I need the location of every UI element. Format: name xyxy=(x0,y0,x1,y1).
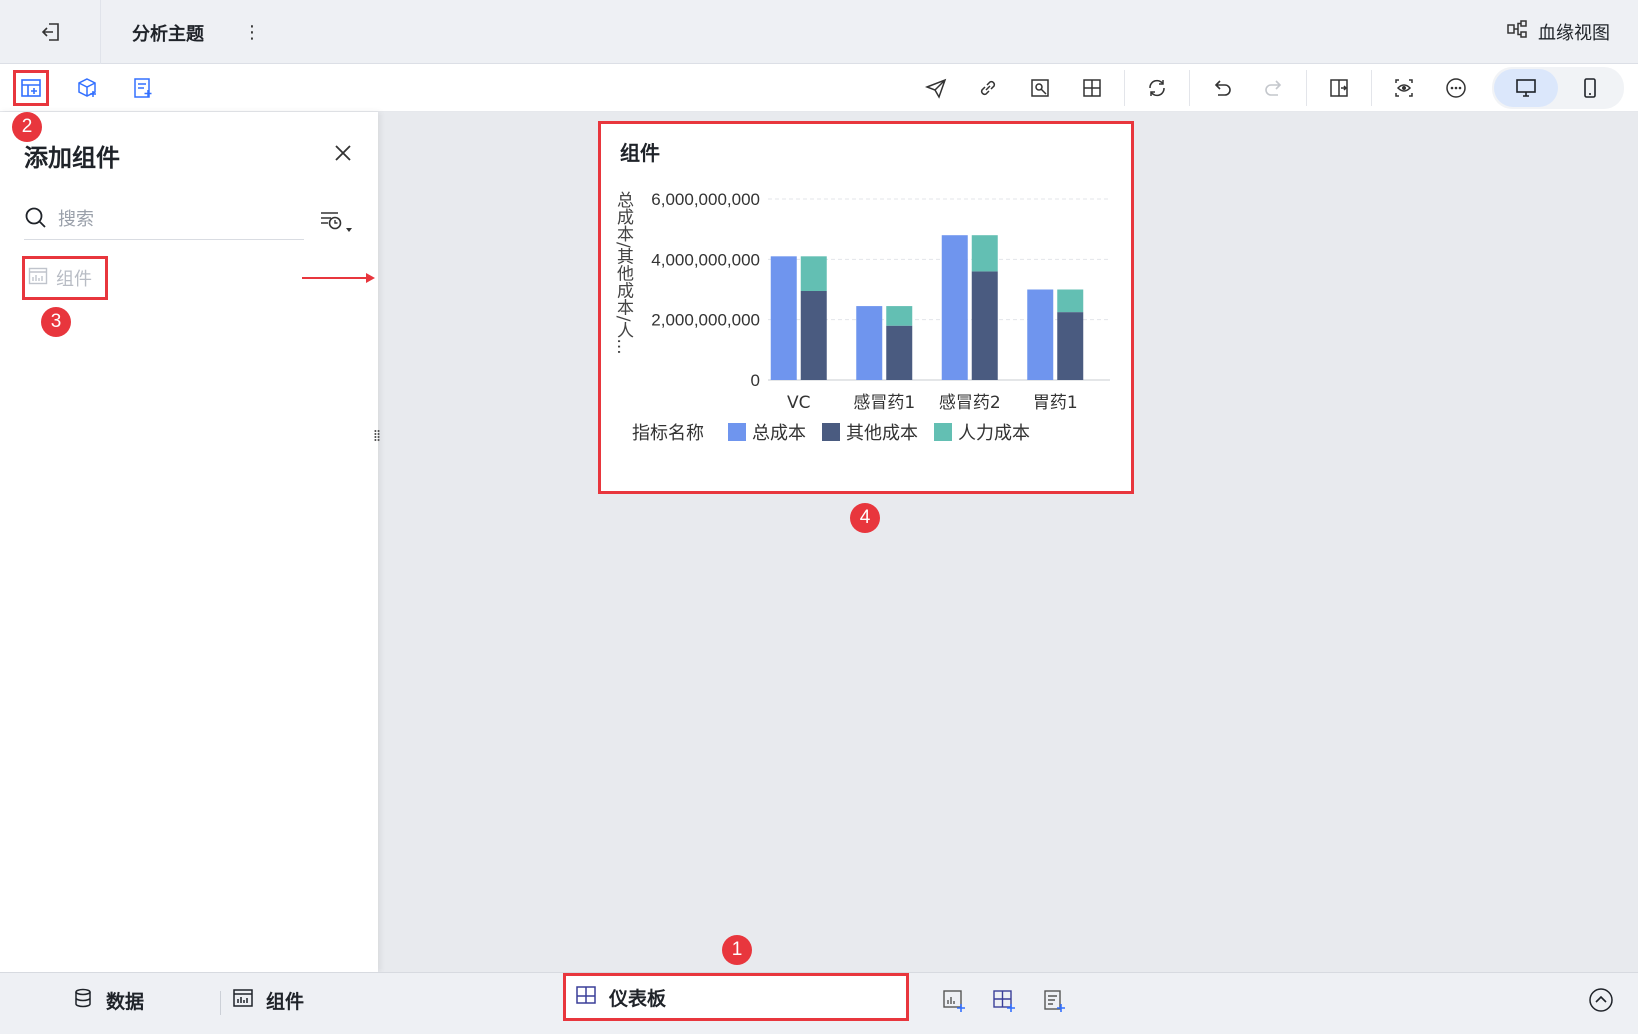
bottom-bar: 数据 组件 仪表板 xyxy=(0,972,1638,1034)
exit-icon[interactable] xyxy=(28,14,74,50)
search-input[interactable] xyxy=(58,209,288,230)
step-badge-4: 4 xyxy=(850,503,880,533)
bar-人力成本 xyxy=(971,235,998,272)
lineage-label: 血缘视图 xyxy=(1538,22,1610,44)
panel-title: 添加组件 xyxy=(24,144,120,172)
more-horizontal-icon[interactable] xyxy=(1430,68,1482,108)
tab-data-label: 数据 xyxy=(106,991,145,1013)
legend-label: 人力成本 xyxy=(958,423,1030,444)
add-dashboard-page-icon[interactable] xyxy=(986,983,1022,1019)
desktop-icon[interactable] xyxy=(1494,69,1558,107)
tab-component-label: 组件 xyxy=(266,991,305,1013)
step-badge-3: 3 xyxy=(41,307,71,337)
drag-arrow xyxy=(302,273,375,283)
bar-其他成本 xyxy=(800,291,827,380)
undo-icon[interactable] xyxy=(1196,68,1248,108)
toolbar-divider xyxy=(1124,70,1125,106)
x-tick-label: 感冒药1 xyxy=(853,393,915,413)
dashboard-icon xyxy=(575,984,597,1011)
bar-人力成本 xyxy=(800,256,827,292)
legend-swatch xyxy=(728,423,746,441)
y-tick-label: 0 xyxy=(751,371,760,390)
y-tick-label: 4,000,000,000 xyxy=(651,250,760,269)
legend-swatch xyxy=(822,423,840,441)
component-item-label: 组件 xyxy=(56,269,92,290)
add-component-icon[interactable] xyxy=(13,70,49,106)
chevron-up-icon[interactable] xyxy=(1586,985,1616,1015)
x-tick-label: VC xyxy=(787,393,811,413)
chart-component-icon xyxy=(28,266,48,291)
redo-icon[interactable] xyxy=(1248,68,1300,108)
x-tick-label: 胃药1 xyxy=(1033,393,1078,413)
chart-component-icon xyxy=(232,987,254,1014)
legend-title: 指标名称 xyxy=(632,423,704,444)
layout-grid-icon[interactable] xyxy=(1066,68,1118,108)
header-divider xyxy=(100,0,101,64)
add-dataset-icon[interactable] xyxy=(69,70,105,106)
database-icon xyxy=(72,987,94,1014)
add-component-page-icon[interactable] xyxy=(936,983,972,1019)
toolbar-divider xyxy=(1189,70,1190,106)
bar-人力成本 xyxy=(886,306,913,326)
link-icon[interactable] xyxy=(962,68,1014,108)
chart-component-card[interactable]: 组件 6,000,000,000 4,000,000,000 2,000,000,0… xyxy=(598,121,1134,494)
toolbar-divider xyxy=(1371,70,1372,106)
lineage-icon xyxy=(1506,18,1528,45)
bottom-divider xyxy=(220,991,221,1015)
legend-label: 总成本 xyxy=(752,423,806,444)
page-title: 分析主题 xyxy=(132,24,204,45)
y-tick-label: 6,000,000,000 xyxy=(651,190,760,209)
device-switcher xyxy=(1492,67,1624,109)
bar-chart: 6,000,000,000 4,000,000,000 2,000,000,000 0… xyxy=(613,190,1110,444)
tab-dashboard-label: 仪表板 xyxy=(609,987,667,1010)
bar-总成本 xyxy=(856,306,883,380)
send-icon[interactable] xyxy=(910,68,962,108)
preview-panel-icon[interactable] xyxy=(1313,68,1365,108)
view-eye-icon[interactable] xyxy=(1378,68,1430,108)
tab-data[interactable]: 数据 xyxy=(72,987,144,1014)
tab-dashboard[interactable]: 仪表板 xyxy=(563,973,909,1021)
lineage-view-button[interactable]: 血缘视图 xyxy=(1506,18,1610,45)
add-page-group xyxy=(936,983,1072,1019)
x-tick-label: 感冒药2 xyxy=(939,393,1001,413)
more-vertical-icon[interactable]: ⋮ xyxy=(242,18,262,46)
add-report-icon[interactable] xyxy=(125,70,161,106)
step-badge-1: 1 xyxy=(722,935,752,965)
image-export-icon[interactable] xyxy=(1014,68,1066,108)
bar-其他成本 xyxy=(971,271,998,380)
refresh-icon[interactable] xyxy=(1131,68,1183,108)
bar-人力成本 xyxy=(1057,289,1084,313)
close-icon[interactable] xyxy=(328,138,358,168)
mobile-icon[interactable] xyxy=(1558,69,1622,107)
legend-label: 其他成本 xyxy=(846,423,918,444)
filter-history-icon[interactable] xyxy=(316,206,356,238)
toolbar-divider xyxy=(1306,70,1307,106)
tab-component[interactable]: 组件 xyxy=(232,987,304,1014)
toolbar xyxy=(0,64,1638,112)
legend-swatch xyxy=(934,423,952,441)
bar-总成本 xyxy=(941,235,968,380)
search-icon xyxy=(24,206,48,234)
panel-resize-handle[interactable]: ⁞⁞ xyxy=(368,420,384,450)
bar-其他成本 xyxy=(886,325,913,380)
search-box xyxy=(24,200,304,240)
y-axis-label: 总成本/其他成本/人... xyxy=(613,191,634,355)
bar-其他成本 xyxy=(1057,312,1084,380)
bar-总成本 xyxy=(770,256,797,380)
component-list-item[interactable]: 组件 xyxy=(22,256,108,300)
add-report-page-icon[interactable] xyxy=(1036,983,1072,1019)
y-tick-label: 2,000,000,000 xyxy=(651,311,760,330)
add-component-panel: 添加组件 组件 xyxy=(0,112,378,972)
step-badge-2: 2 xyxy=(12,112,42,142)
bar-总成本 xyxy=(1027,289,1054,380)
app-header: 分析主题 ⋮ 血缘视图 xyxy=(0,0,1638,64)
